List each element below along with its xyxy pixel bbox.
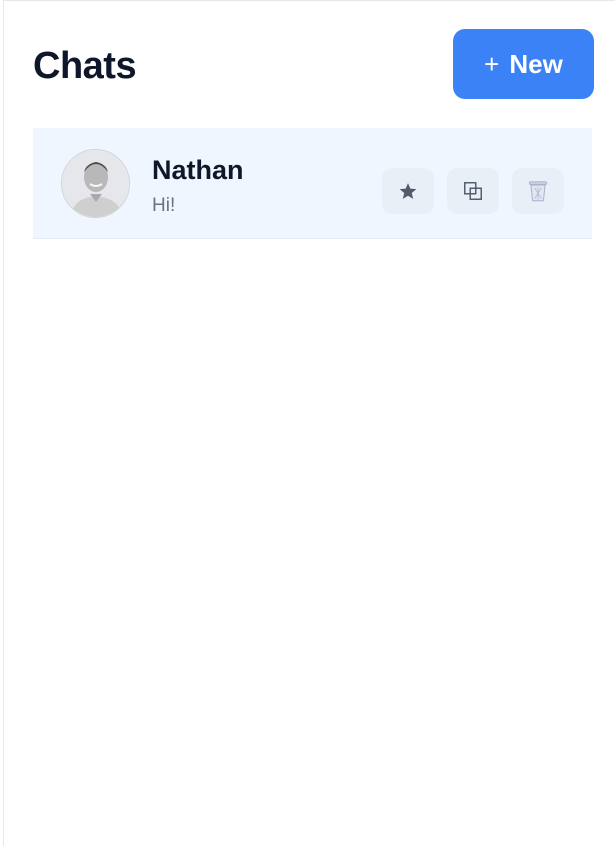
page-title: Chats — [33, 45, 137, 87]
star-icon — [399, 183, 417, 199]
chats-header: Chats + New — [33, 29, 594, 101]
chat-name: Nathan — [152, 155, 244, 185]
new-chat-button[interactable]: + New — [453, 29, 594, 99]
copy-icon — [464, 182, 482, 200]
chat-sidebar: Chats + New Nathan Hi! — [3, 0, 615, 846]
new-chat-label: New — [509, 48, 563, 79]
trash-icon — [528, 181, 548, 202]
chat-actions — [382, 168, 564, 214]
plus-icon: + — [484, 49, 500, 79]
avatar — [61, 149, 130, 218]
chat-list-item[interactable]: Nathan Hi! — [33, 128, 592, 239]
chat-list: Nathan Hi! — [33, 128, 592, 239]
chat-preview: Hi! — [152, 195, 176, 216]
star-button[interactable] — [382, 168, 434, 214]
delete-button[interactable] — [512, 168, 564, 214]
duplicate-button[interactable] — [447, 168, 499, 214]
